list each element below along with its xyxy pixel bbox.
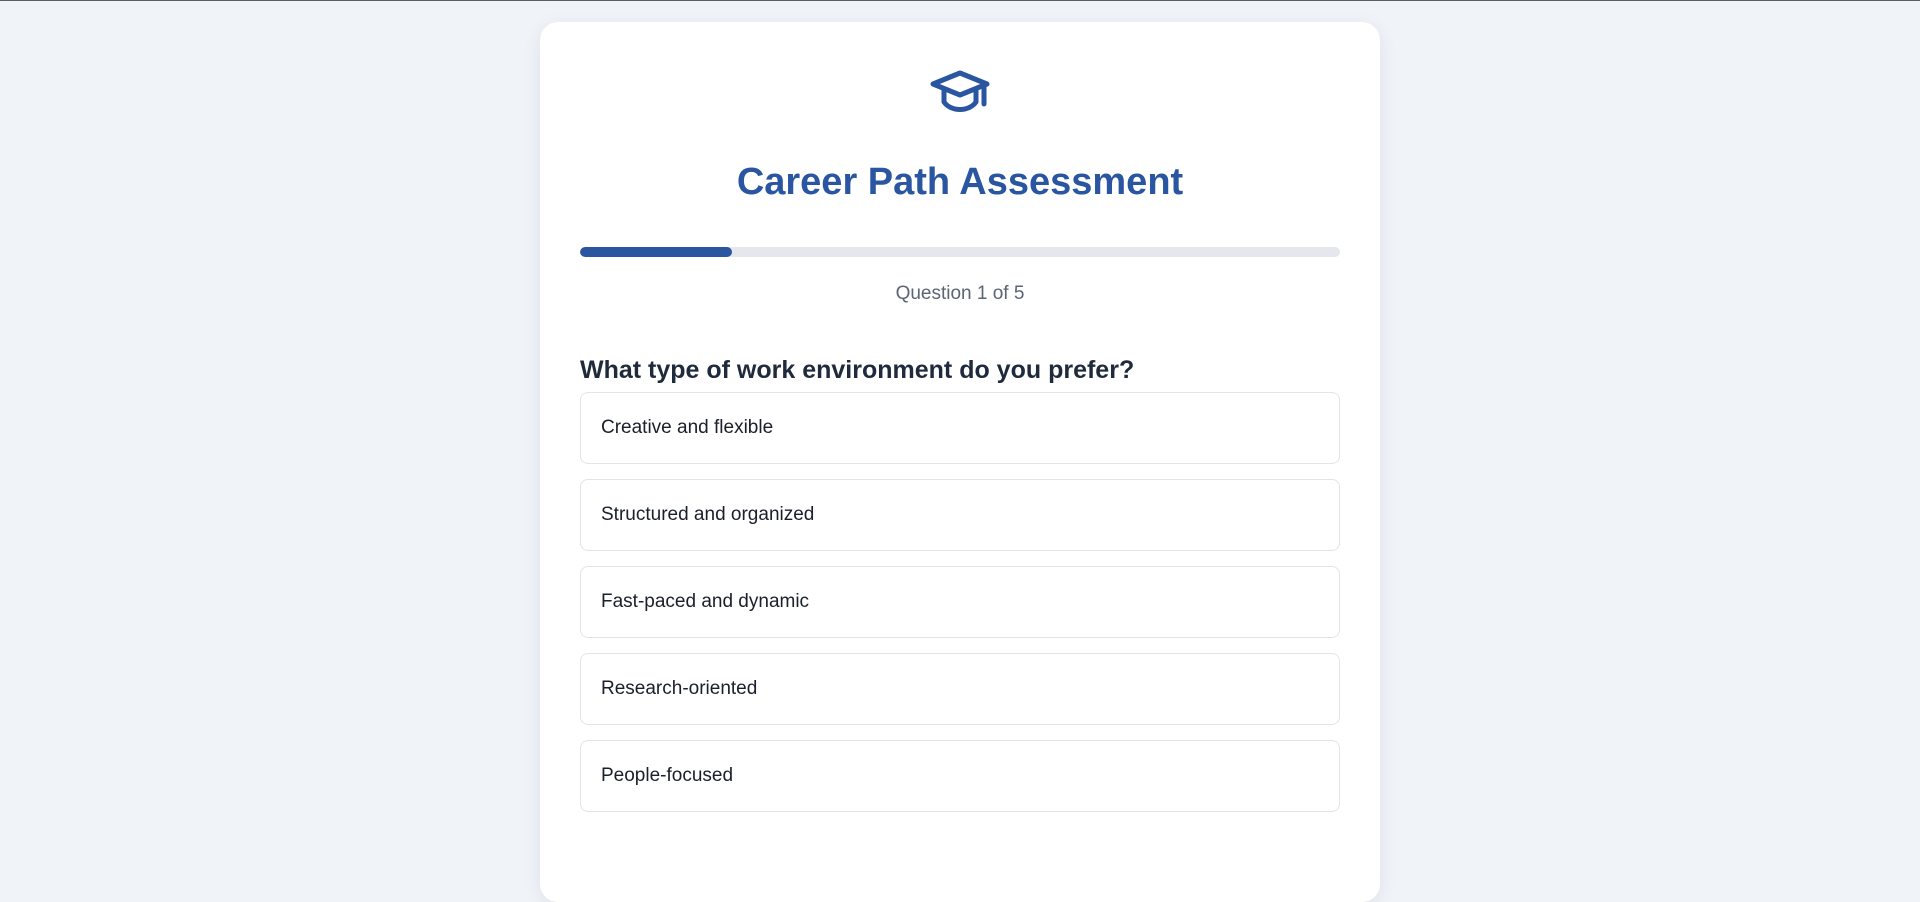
answer-options: Creative and flexible Structured and org… <box>580 392 1340 827</box>
answer-option-label: Research-oriented <box>601 678 758 699</box>
answer-option-research[interactable]: Research-oriented <box>580 653 1340 725</box>
window-top-border <box>0 0 1920 1</box>
answer-option-label: People-focused <box>601 765 734 786</box>
progress-bar-fill <box>580 247 732 257</box>
answer-option-label: Structured and organized <box>601 504 815 525</box>
answer-option-structured[interactable]: Structured and organized <box>580 479 1340 551</box>
assessment-card: Career Path Assessment Question 1 of 5 W… <box>540 22 1380 902</box>
progress-bar <box>580 247 1340 257</box>
question-text: What type of work environment do you pre… <box>580 356 1135 384</box>
answer-option-creative[interactable]: Creative and flexible <box>580 392 1340 464</box>
graduation-cap-icon <box>929 68 991 118</box>
answer-option-label: Fast-paced and dynamic <box>601 591 810 612</box>
progress-label: Question 1 of 5 <box>895 283 1025 304</box>
page-title: Career Path Assessment <box>736 161 1184 203</box>
answer-option-fast-paced[interactable]: Fast-paced and dynamic <box>580 566 1340 638</box>
answer-option-people[interactable]: People-focused <box>580 740 1340 812</box>
answer-option-label: Creative and flexible <box>601 417 774 438</box>
